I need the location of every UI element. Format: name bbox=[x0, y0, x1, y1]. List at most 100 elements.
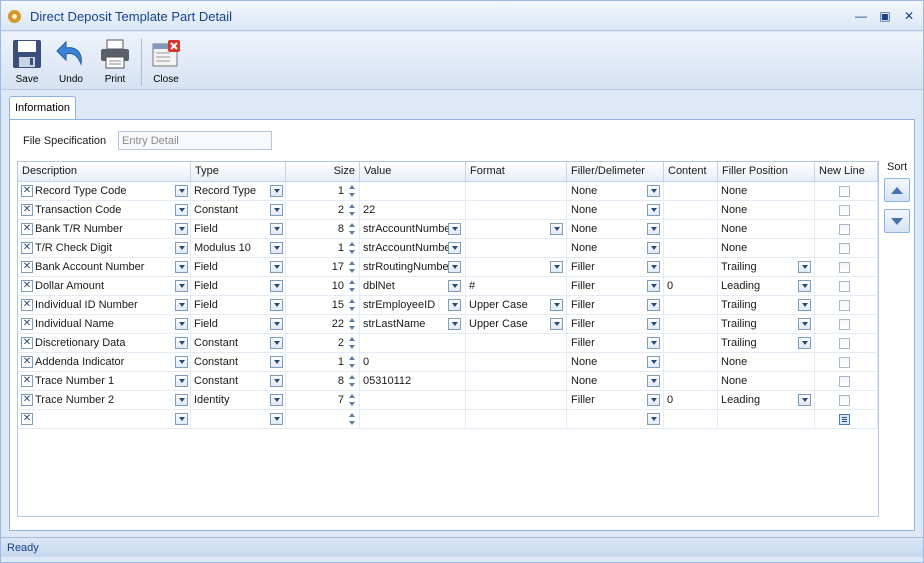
column-header-content[interactable]: Content bbox=[664, 162, 718, 182]
table-row[interactable]: ✕ Bank T/R Number Field 8 strAccountNumber No… bbox=[18, 220, 878, 239]
value-cell[interactable] bbox=[360, 391, 466, 410]
chevron-down-icon[interactable] bbox=[270, 185, 283, 197]
chevron-down-icon[interactable] bbox=[647, 375, 660, 387]
filler-position-cell[interactable]: Leading bbox=[718, 391, 815, 410]
spin-arrows-icon[interactable] bbox=[348, 336, 357, 351]
chevron-down-icon[interactable] bbox=[798, 318, 811, 330]
delete-row-icon[interactable]: ✕ bbox=[21, 375, 33, 387]
chevron-down-icon[interactable] bbox=[270, 204, 283, 216]
table-row[interactable]: ✕ Individual ID Number Field 15 strEmployeeI… bbox=[18, 296, 878, 315]
filler-position-cell[interactable] bbox=[718, 410, 815, 429]
delete-row-icon[interactable]: ✕ bbox=[21, 356, 33, 368]
filler-delimeter-cell[interactable]: None bbox=[567, 239, 664, 258]
new-line-cell[interactable] bbox=[815, 182, 878, 201]
content-cell[interactable] bbox=[664, 182, 718, 201]
chevron-down-icon[interactable] bbox=[647, 337, 660, 349]
new-line-checkbox[interactable] bbox=[839, 224, 850, 235]
chevron-down-icon[interactable] bbox=[175, 356, 188, 368]
filler-delimeter-cell[interactable]: Filler bbox=[567, 315, 664, 334]
size-cell[interactable]: 8 bbox=[286, 220, 360, 239]
maximize-icon[interactable]: ▣ bbox=[878, 9, 892, 23]
type-cell[interactable]: Modulus 10 bbox=[191, 239, 286, 258]
chevron-down-icon[interactable] bbox=[550, 318, 563, 330]
minimize-icon[interactable]: — bbox=[854, 9, 868, 23]
type-cell[interactable]: Identity bbox=[191, 391, 286, 410]
chevron-down-icon[interactable] bbox=[550, 223, 563, 235]
format-cell[interactable] bbox=[466, 258, 567, 277]
column-header-description[interactable]: Description bbox=[18, 162, 191, 182]
table-row[interactable]: ✕ Trace Number 2 Identity 7 Filler 0 Leading bbox=[18, 391, 878, 410]
description-cell[interactable]: ✕ Trace Number 2 bbox=[18, 391, 191, 410]
chevron-down-icon[interactable] bbox=[798, 261, 811, 273]
spin-arrows-icon[interactable] bbox=[348, 279, 357, 294]
description-cell[interactable]: ✕ Discretionary Data bbox=[18, 334, 191, 353]
new-line-checkbox[interactable] bbox=[839, 357, 850, 368]
chevron-down-icon[interactable] bbox=[175, 318, 188, 330]
format-cell[interactable] bbox=[466, 201, 567, 220]
chevron-down-icon[interactable] bbox=[647, 223, 660, 235]
filler-position-cell[interactable]: Trailing bbox=[718, 315, 815, 334]
chevron-down-icon[interactable] bbox=[448, 318, 461, 330]
content-cell[interactable] bbox=[664, 220, 718, 239]
filler-delimeter-cell[interactable] bbox=[567, 410, 664, 429]
format-cell[interactable] bbox=[466, 410, 567, 429]
type-cell[interactable]: Constant bbox=[191, 334, 286, 353]
format-cell[interactable] bbox=[466, 220, 567, 239]
value-cell[interactable]: strRoutingNumber bbox=[360, 258, 466, 277]
chevron-down-icon[interactable] bbox=[175, 223, 188, 235]
close-window-icon[interactable]: ✕ bbox=[902, 9, 916, 23]
spin-arrows-icon[interactable] bbox=[348, 393, 357, 408]
new-line-checkbox[interactable] bbox=[839, 205, 850, 216]
filler-position-cell[interactable]: None bbox=[718, 201, 815, 220]
chevron-down-icon[interactable] bbox=[798, 299, 811, 311]
content-cell[interactable] bbox=[664, 372, 718, 391]
chevron-down-icon[interactable] bbox=[448, 242, 461, 254]
delete-row-icon[interactable]: ✕ bbox=[21, 299, 33, 311]
description-cell[interactable]: ✕ Trace Number 1 bbox=[18, 372, 191, 391]
type-cell[interactable]: Field bbox=[191, 258, 286, 277]
content-cell[interactable] bbox=[664, 353, 718, 372]
new-line-cell[interactable] bbox=[815, 315, 878, 334]
size-cell[interactable]: 17 bbox=[286, 258, 360, 277]
save-button[interactable]: Save bbox=[7, 36, 47, 88]
table-row[interactable]: ✕ Record Type Code Record Type 1 None None bbox=[18, 182, 878, 201]
chevron-down-icon[interactable] bbox=[175, 375, 188, 387]
close-button[interactable]: Close bbox=[146, 36, 186, 88]
value-cell[interactable] bbox=[360, 334, 466, 353]
table-row[interactable]: ✕ Trace Number 1 Constant 8 05310112 None None bbox=[18, 372, 878, 391]
chevron-down-icon[interactable] bbox=[647, 413, 660, 425]
format-cell[interactable] bbox=[466, 182, 567, 201]
description-cell[interactable]: ✕ Individual ID Number bbox=[18, 296, 191, 315]
new-line-checkbox[interactable] bbox=[839, 186, 850, 197]
chevron-down-icon[interactable] bbox=[175, 299, 188, 311]
format-cell[interactable] bbox=[466, 372, 567, 391]
filler-position-cell[interactable]: Trailing bbox=[718, 334, 815, 353]
new-line-cell[interactable] bbox=[815, 391, 878, 410]
chevron-down-icon[interactable] bbox=[647, 261, 660, 273]
new-line-checkbox[interactable] bbox=[839, 300, 850, 311]
tab-information[interactable]: Information bbox=[9, 96, 76, 120]
description-cell[interactable]: ✕ Dollar Amount bbox=[18, 277, 191, 296]
new-line-cell[interactable] bbox=[815, 220, 878, 239]
value-cell[interactable]: strEmployeeID bbox=[360, 296, 466, 315]
chevron-down-icon[interactable] bbox=[448, 261, 461, 273]
size-cell[interactable]: 1 bbox=[286, 182, 360, 201]
value-cell[interactable]: strAccountNumber bbox=[360, 239, 466, 258]
content-cell[interactable]: 0 bbox=[664, 277, 718, 296]
column-header-filler-position[interactable]: Filler Position bbox=[718, 162, 815, 182]
chevron-down-icon[interactable] bbox=[448, 299, 461, 311]
spin-arrows-icon[interactable] bbox=[348, 222, 357, 237]
size-cell[interactable]: 1 bbox=[286, 353, 360, 372]
description-cell[interactable]: ✕ Bank T/R Number bbox=[18, 220, 191, 239]
format-cell[interactable]: # bbox=[466, 277, 567, 296]
size-cell[interactable]: 7 bbox=[286, 391, 360, 410]
delete-row-icon[interactable]: ✕ bbox=[21, 318, 33, 330]
type-cell[interactable]: Field bbox=[191, 220, 286, 239]
chevron-down-icon[interactable] bbox=[270, 394, 283, 406]
new-line-checkbox[interactable] bbox=[839, 262, 850, 273]
filler-delimeter-cell[interactable]: Filler bbox=[567, 334, 664, 353]
description-cell[interactable]: ✕ Transaction Code bbox=[18, 201, 191, 220]
new-line-checkbox[interactable] bbox=[839, 395, 850, 406]
chevron-down-icon[interactable] bbox=[798, 280, 811, 292]
size-cell[interactable]: 8 bbox=[286, 372, 360, 391]
